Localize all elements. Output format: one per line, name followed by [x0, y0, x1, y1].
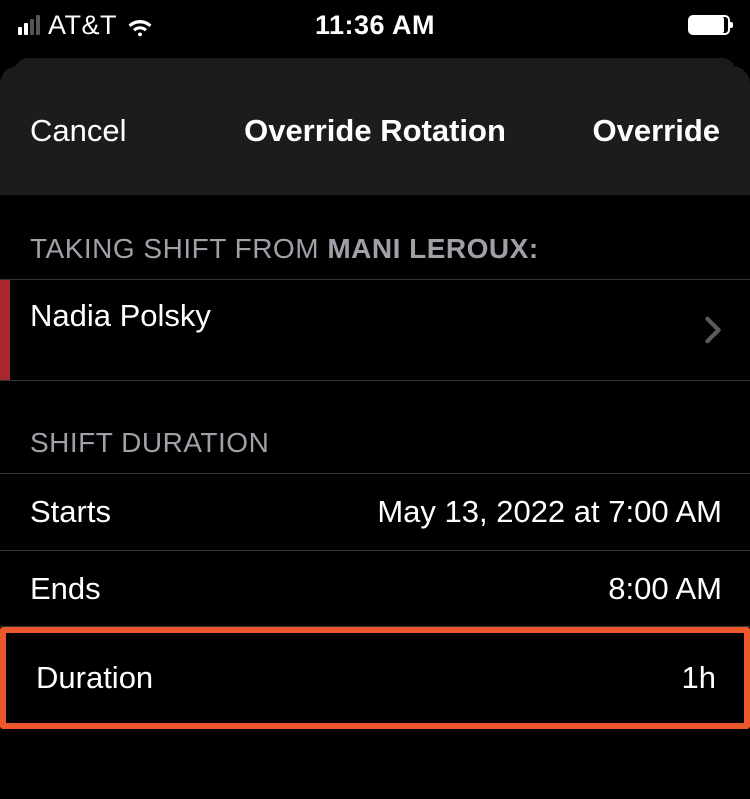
taking-shift-prefix: TAKING SHIFT FROM: [30, 233, 327, 264]
taking-shift-header: TAKING SHIFT FROM MANI LEROUX:: [0, 233, 750, 279]
duration-row[interactable]: Duration 1h: [6, 633, 744, 723]
nav-bar: Cancel Override Rotation Override: [0, 66, 750, 195]
duration-label: Duration: [36, 660, 153, 696]
duration-highlight: Duration 1h: [0, 627, 750, 729]
starts-row[interactable]: Starts May 13, 2022 at 7:00 AM: [0, 474, 750, 550]
status-left: AT&T: [18, 10, 155, 41]
cancel-button[interactable]: Cancel: [30, 113, 127, 149]
modal-sheet: Cancel Override Rotation Override: [0, 66, 750, 195]
duration-value: 1h: [682, 660, 716, 696]
assignee-name: Nadia Polsky: [30, 280, 211, 334]
shift-duration-group: Starts May 13, 2022 at 7:00 AM Ends 8:00…: [0, 473, 750, 627]
status-time: 11:36 AM: [315, 10, 435, 41]
carrier-label: AT&T: [48, 10, 117, 41]
chevron-right-icon: [704, 316, 722, 344]
ends-row[interactable]: Ends 8:00 AM: [0, 550, 750, 626]
override-button[interactable]: Override: [592, 113, 720, 149]
assignee-row[interactable]: Nadia Polsky: [0, 280, 750, 380]
battery-icon: [688, 15, 730, 35]
page-title: Override Rotation: [244, 113, 506, 149]
assignee-group: Nadia Polsky: [0, 279, 750, 381]
taking-shift-from-name: MANI LEROUX:: [327, 233, 538, 264]
status-right: [688, 15, 730, 35]
content: TAKING SHIFT FROM MANI LEROUX: Nadia Pol…: [0, 195, 750, 729]
status-bar: AT&T 11:36 AM: [0, 0, 750, 50]
ends-value: 8:00 AM: [608, 571, 722, 607]
ends-label: Ends: [30, 571, 101, 607]
signal-icon: [18, 15, 40, 35]
wifi-icon: [125, 10, 155, 40]
starts-value: May 13, 2022 at 7:00 AM: [377, 494, 722, 530]
shift-duration-header: SHIFT DURATION: [0, 427, 750, 473]
starts-label: Starts: [30, 494, 111, 530]
